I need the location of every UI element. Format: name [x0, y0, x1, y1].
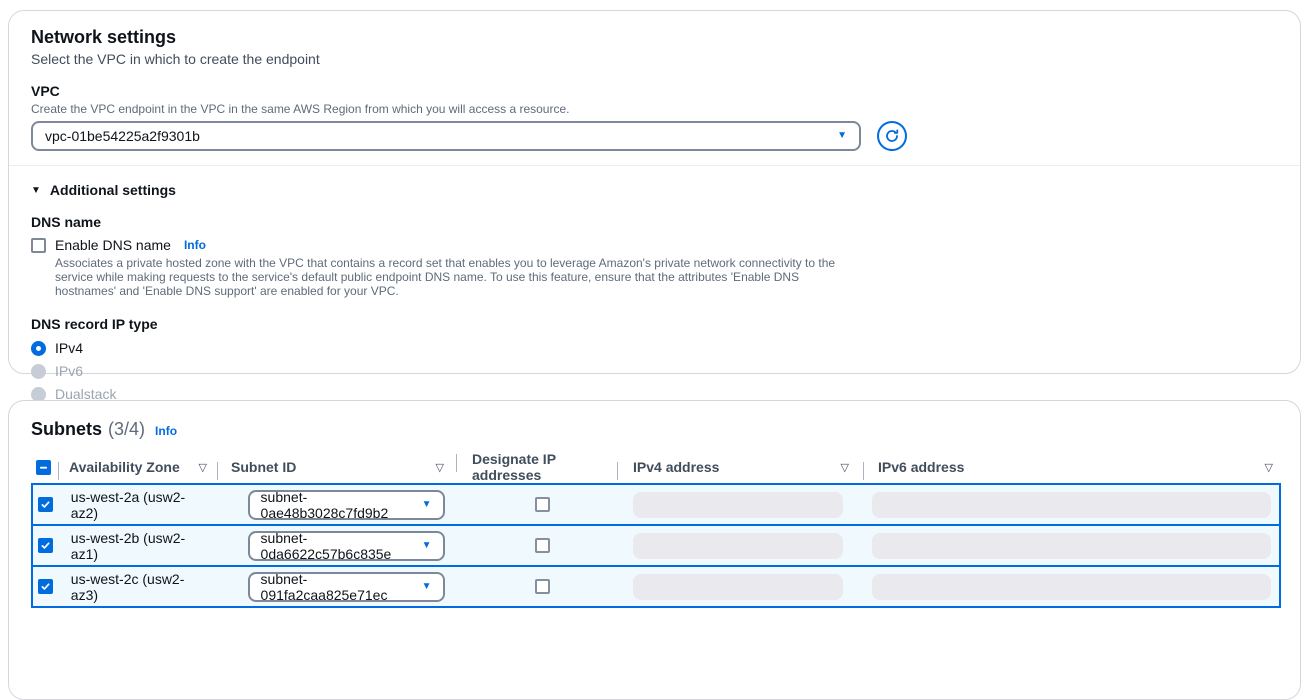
column-header-label: Subnet ID [231, 459, 296, 475]
subnet-id-value: subnet-0ae48b3028c7fd9b2 [261, 489, 422, 521]
ipv4-address-input-disabled [633, 492, 843, 518]
subnets-panel: Subnets (3/4) Info Availability Zone ▽ S… [8, 400, 1301, 700]
vpc-description: Create the VPC endpoint in the VPC in th… [31, 102, 1276, 116]
additional-settings-label: Additional settings [50, 182, 176, 198]
availability-zone-cell: us-west-2c (usw2-az3) [60, 571, 218, 603]
availability-zone-cell: us-west-2a (usw2-az2) [60, 489, 218, 521]
chevron-down-icon: ▼ [422, 541, 432, 551]
ipv4-address-input-disabled [633, 574, 843, 600]
subnet-id-select[interactable]: subnet-091fa2caa825e71ec ▼ [248, 572, 445, 602]
radio-option-ipv6: IPv6 [31, 363, 1276, 379]
refresh-icon [884, 128, 900, 144]
vpc-select[interactable]: vpc-01be54225a2f9301b ▼ [31, 121, 861, 151]
filter-icon[interactable]: ▽ [199, 461, 207, 474]
radio-selected-icon[interactable] [31, 341, 46, 356]
vpc-select-value: vpc-01be54225a2f9301b [45, 128, 200, 144]
enable-dns-label: Enable DNS name [55, 237, 171, 253]
table-row: us-west-2a (usw2-az2) subnet-0ae48b3028c… [31, 483, 1281, 526]
additional-settings-expander[interactable]: ▼ Additional settings [31, 182, 1276, 198]
subnet-id-select[interactable]: subnet-0da6622c57b6c835e ▼ [248, 531, 445, 561]
enable-dns-description: Associates a private hosted zone with th… [55, 256, 861, 298]
designate-ip-checkbox[interactable] [535, 497, 550, 512]
column-header-subnet-id[interactable]: Subnet ID ▽ [217, 459, 456, 475]
column-header-designate-ip: Designate IP addresses [456, 451, 617, 483]
panel-subtitle: Select the VPC in which to create the en… [31, 51, 1276, 67]
radio-label: IPv4 [55, 340, 83, 356]
select-all-checkbox[interactable] [36, 460, 51, 475]
enable-dns-info-link[interactable]: Info [184, 238, 206, 252]
row-checkbox[interactable] [38, 538, 53, 553]
refresh-button[interactable] [877, 121, 907, 151]
page-title: Network settings [31, 25, 1276, 49]
availability-zone-cell: us-west-2b (usw2-az1) [60, 530, 218, 562]
dns-record-ip-type-label: DNS record IP type [31, 316, 1276, 332]
enable-dns-checkbox[interactable] [31, 238, 46, 253]
table-row: us-west-2b (usw2-az1) subnet-0da6622c57b… [31, 524, 1281, 567]
column-header-label: Availability Zone [69, 459, 180, 475]
column-header-label: IPv6 address [878, 459, 964, 475]
subnets-counter: (3/4) [108, 419, 145, 440]
network-settings-panel: Network settings Select the VPC in which… [8, 10, 1301, 374]
row-checkbox[interactable] [38, 497, 53, 512]
column-header-label: IPv4 address [633, 459, 719, 475]
column-header-ipv4-address[interactable]: IPv4 address ▽ [617, 459, 863, 475]
subnet-id-value: subnet-091fa2caa825e71ec [261, 571, 422, 603]
column-header-ipv6-address[interactable]: IPv6 address ▽ [863, 459, 1281, 475]
ipv6-address-input-disabled [872, 492, 1271, 518]
chevron-down-icon: ▼ [422, 500, 432, 510]
table-row: us-west-2c (usw2-az3) subnet-091fa2caa82… [31, 565, 1281, 608]
subnets-title: Subnets [31, 417, 102, 441]
column-header-label: Designate IP addresses [472, 451, 617, 483]
dns-name-label: DNS name [31, 214, 1276, 230]
row-checkbox[interactable] [38, 579, 53, 594]
ipv6-address-input-disabled [872, 574, 1271, 600]
designate-ip-checkbox[interactable] [535, 538, 550, 553]
ipv4-address-input-disabled [633, 533, 843, 559]
subnet-id-select[interactable]: subnet-0ae48b3028c7fd9b2 ▼ [248, 490, 445, 520]
chevron-down-icon: ▼ [837, 131, 847, 141]
filter-icon[interactable]: ▽ [1265, 461, 1273, 474]
radio-option-ipv4[interactable]: IPv4 [31, 340, 1276, 356]
chevron-down-icon: ▼ [422, 582, 432, 592]
subnets-info-link[interactable]: Info [155, 424, 177, 438]
designate-ip-checkbox[interactable] [535, 579, 550, 594]
radio-label: IPv6 [55, 363, 83, 379]
vpc-label: VPC [31, 83, 1276, 99]
table-header-row: Availability Zone ▽ Subnet ID ▽ Designat… [31, 455, 1281, 479]
filter-icon[interactable]: ▽ [436, 461, 444, 474]
ipv6-address-input-disabled [872, 533, 1271, 559]
subnets-table: Availability Zone ▽ Subnet ID ▽ Designat… [9, 455, 1300, 608]
caret-down-icon: ▼ [31, 185, 41, 196]
column-header-availability-zone[interactable]: Availability Zone ▽ [58, 459, 217, 475]
radio-disabled-icon [31, 364, 46, 379]
subnet-id-value: subnet-0da6622c57b6c835e [261, 530, 422, 562]
filter-icon[interactable]: ▽ [841, 461, 849, 474]
